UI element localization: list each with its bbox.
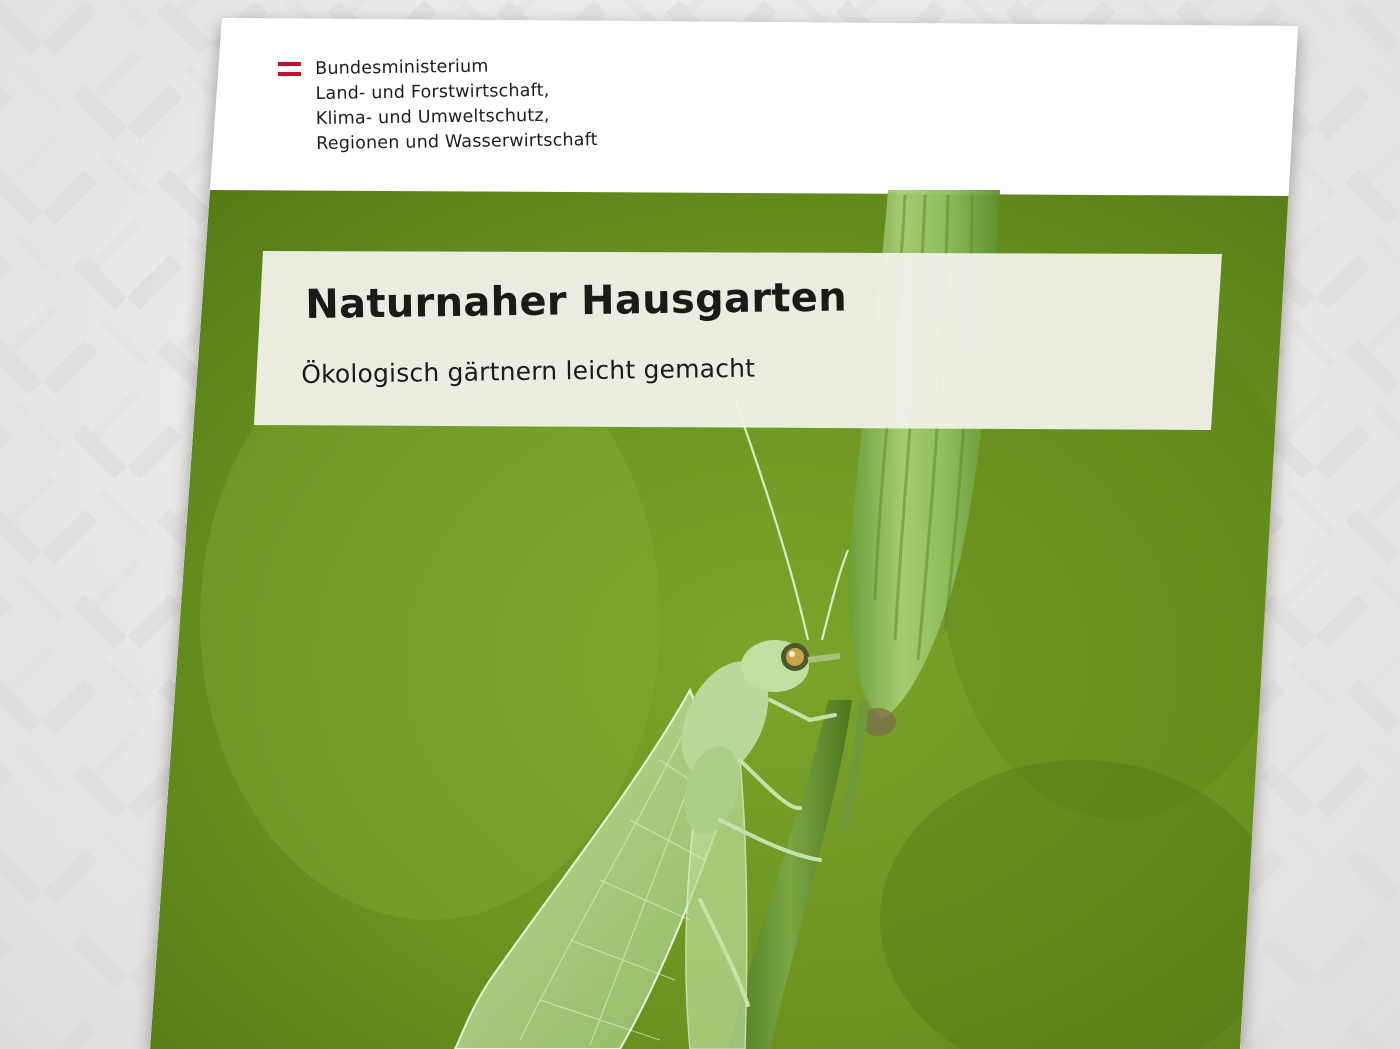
ministry-name: Bundesministerium Land- und Forstwirtsch… bbox=[315, 53, 598, 157]
brochure-cover: Bundesministerium Land- und Forstwirtsch… bbox=[0, 0, 1400, 1049]
cover-title: Naturnaher Hausgarten bbox=[305, 274, 848, 328]
brochure-artwork bbox=[150, 18, 1298, 1049]
screenshot-stage: Bundesministerium Land- und Forstwirtsch… bbox=[0, 0, 1400, 1049]
ministry-header: Bundesministerium Land- und Forstwirtsch… bbox=[270, 55, 690, 165]
austria-flag-icon bbox=[278, 62, 301, 76]
ministry-line-4: Regionen und Wasserwirtschaft bbox=[316, 130, 598, 154]
